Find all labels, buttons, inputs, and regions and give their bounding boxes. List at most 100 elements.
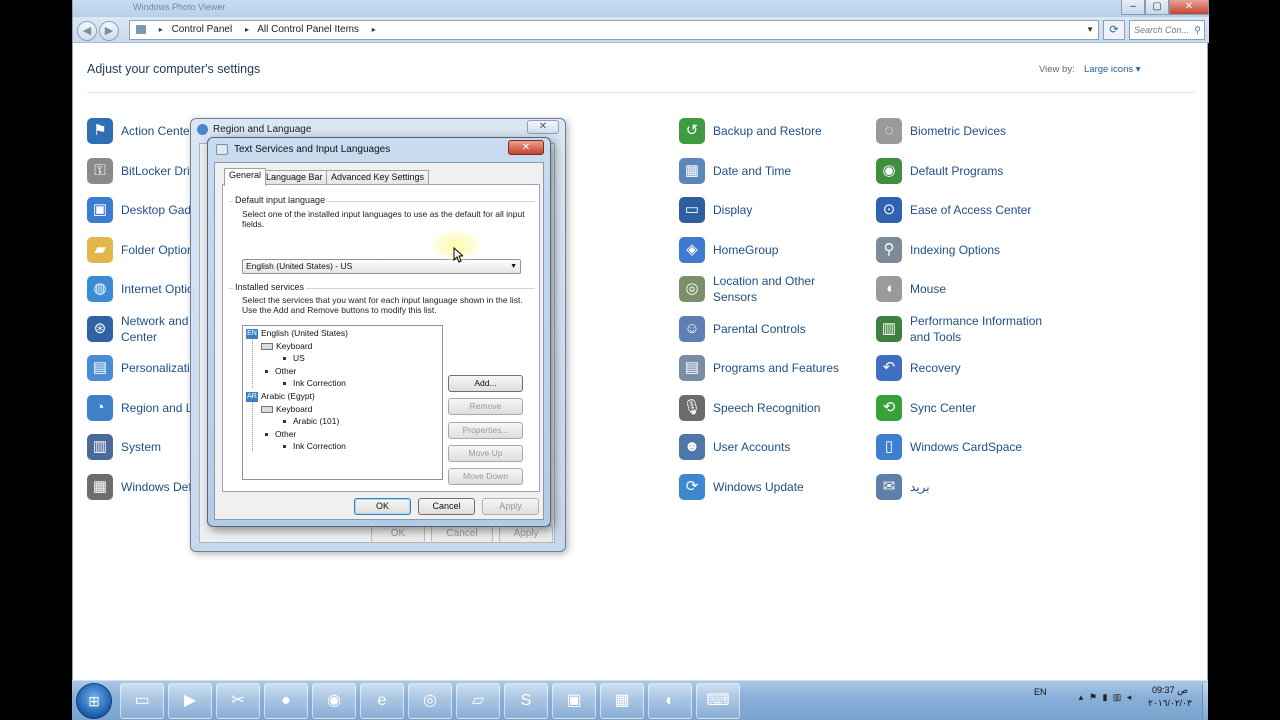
refresh-button[interactable]: ⟳ — [1103, 20, 1125, 40]
control-panel-item[interactable]: 🎙 Speech Recognition — [679, 391, 859, 425]
installed-services-tree[interactable]: EN English (United States) Keyboard US Ot… — [242, 325, 443, 480]
search-input[interactable]: Search Con... ⚲ — [1129, 20, 1205, 40]
tree-item-english[interactable]: EN English (United States) — [246, 327, 348, 339]
taskbar-firefox[interactable]: ◎ — [408, 683, 452, 719]
taskbar-region-language[interactable]: ◐ — [648, 683, 692, 719]
add-button[interactable]: Add... — [448, 375, 523, 392]
ts-close-button[interactable]: ✕ — [508, 140, 544, 155]
language-badge-icon: AR — [246, 391, 258, 402]
homegroup-icon: ◈ — [679, 237, 705, 263]
control-panel-item[interactable]: ◈ HomeGroup — [679, 233, 859, 267]
control-panel-item[interactable]: ◖ Mouse — [876, 272, 1056, 306]
remove-button[interactable]: Remove — [448, 398, 523, 415]
address-bar-row: ◀ ▶ ▸ Control Panel ▸ All Control Panel … — [73, 17, 1209, 43]
address-box[interactable]: ▸ Control Panel ▸ All Control Panel Item… — [129, 20, 1099, 40]
action-center-flag-icon[interactable]: ⚑ — [1088, 692, 1098, 702]
default-language-description: Select one of the installed input langua… — [242, 209, 525, 229]
control-panel-item[interactable]: ▥ Performance Information and Tools — [876, 312, 1056, 346]
tree-item-us[interactable]: US — [283, 352, 305, 364]
input-language-indicator[interactable]: EN — [1034, 687, 1047, 697]
control-panel-item[interactable]: ☻ User Accounts — [679, 430, 859, 464]
control-panel-item[interactable]: ▤ Programs and Features — [679, 351, 859, 385]
tree-item-ink-correction[interactable]: Ink Correction — [283, 440, 346, 452]
region-close-button[interactable]: ✕ — [527, 120, 559, 134]
taskbar-explorer[interactable]: ▭ — [120, 683, 164, 719]
taskbar-tools[interactable]: ✂ — [216, 683, 260, 719]
close-button[interactable]: ✕ — [1169, 0, 1209, 15]
chevron-right-icon: ▸ — [244, 25, 249, 34]
control-panel-item-label: Recovery — [910, 361, 961, 375]
control-panel-item[interactable]: ↶ Recovery — [876, 351, 1056, 385]
control-panel-item[interactable]: ▭ Display — [679, 193, 859, 227]
clock-date[interactable]: ٢٠١٦/٠٢/٠٣ — [1140, 698, 1200, 709]
tree-item-arabic[interactable]: AR Arabic (Egypt) — [246, 390, 315, 402]
control-panel-item[interactable]: ▯ Windows CardSpace — [876, 430, 1056, 464]
tree-item-keyboard[interactable]: Keyboard — [261, 340, 312, 352]
control-panel-item[interactable]: ◉ Default Programs — [876, 154, 1056, 188]
window-titlebar[interactable]: Windows Photo Viewer – ▢ ✕ — [73, 0, 1209, 17]
breadcrumb-control-panel[interactable]: Control Panel — [172, 24, 233, 35]
tree-item-arabic-101[interactable]: Arabic (101) — [283, 415, 339, 427]
sync-icon: ⟲ — [876, 395, 902, 421]
taskbar-recorder[interactable]: ● — [264, 683, 308, 719]
tree-item-other[interactable]: Other — [265, 428, 296, 440]
tree-item-ink-correction[interactable]: Ink Correction — [283, 377, 346, 389]
network-icon[interactable]: ▥ — [1112, 692, 1122, 702]
biometric-icon: ◌ — [876, 118, 902, 144]
tab-advanced-key-settings[interactable]: Advanced Key Settings — [326, 170, 430, 185]
taskbar-photo-viewer[interactable]: ▣ — [552, 683, 596, 719]
volume-icon[interactable]: ◂ — [1124, 692, 1134, 702]
tree-item-other[interactable]: Other — [265, 365, 296, 377]
control-panel-item[interactable]: ⟲ Sync Center — [876, 391, 1056, 425]
control-panel-item[interactable]: ◎ Location and Other Sensors — [679, 272, 859, 306]
control-panel-item[interactable]: ⚲ Indexing Options — [876, 233, 1056, 267]
move-up-button[interactable]: Move Up — [448, 445, 523, 462]
move-down-button[interactable]: Move Down — [448, 468, 523, 485]
view-by-dropdown[interactable]: Large icons ▾ — [1084, 64, 1141, 75]
taskbar-folder[interactable]: ▱ — [456, 683, 500, 719]
control-panel-item-label: Performance Information and Tools — [910, 314, 1043, 344]
breadcrumb-all-items[interactable]: All Control Panel Items — [257, 24, 359, 35]
maximize-button[interactable]: ▢ — [1145, 0, 1169, 15]
apply-button[interactable]: Apply — [482, 498, 539, 515]
properties-button[interactable]: Properties... — [448, 422, 523, 439]
taskbar-internet-explorer[interactable]: e — [360, 683, 404, 719]
tray-arrow-icon[interactable]: ▴ — [1076, 692, 1086, 702]
forward-button[interactable]: ▶ — [99, 21, 119, 41]
control-panel-item[interactable]: ⟳ Windows Update — [679, 470, 859, 504]
region-ok-button[interactable]: OK — [371, 525, 425, 543]
clock-time[interactable]: 09:37 ص — [1140, 685, 1200, 696]
control-panel-item[interactable]: ☺ Parental Controls — [679, 312, 859, 346]
control-panel-item[interactable]: ↺ Backup and Restore — [679, 114, 859, 148]
taskbar-media-player[interactable]: ▶ — [168, 683, 212, 719]
control-panel-item[interactable]: ⊙ Ease of Access Center — [876, 193, 1056, 227]
minimize-button[interactable]: – — [1121, 0, 1145, 15]
default-language-select[interactable]: English (United States) - US ▼ — [242, 259, 521, 274]
region-dialog-title: Region and Language — [213, 124, 312, 135]
taskbar-chrome[interactable]: ◉ — [312, 683, 356, 719]
taskbar-text-services[interactable]: ⌨ — [696, 683, 740, 719]
region-cancel-button[interactable]: Cancel — [431, 525, 493, 543]
tree-item-keyboard[interactable]: Keyboard — [261, 403, 312, 415]
control-panel-item[interactable]: ✉ بريد — [876, 470, 1056, 504]
address-dropdown-icon[interactable]: ▼ — [1086, 21, 1094, 39]
back-button[interactable]: ◀ — [77, 21, 97, 41]
taskbar-control-panel[interactable]: ▦ — [600, 683, 644, 719]
cancel-button[interactable]: Cancel — [418, 498, 475, 515]
ts-dialog-title: Text Services and Input Languages — [234, 144, 391, 155]
folder-icon: ▱ — [471, 692, 485, 709]
tab-language-bar[interactable]: Language Bar — [261, 170, 328, 185]
search-placeholder: Search Con... — [1134, 25, 1190, 35]
bullet-icon — [283, 445, 286, 449]
region-apply-button[interactable]: Apply — [499, 525, 553, 543]
start-button[interactable]: ⊞ — [76, 683, 112, 719]
tab-general[interactable]: General — [224, 168, 267, 186]
photo-viewer-icon: ▣ — [566, 692, 582, 709]
tree-label: Keyboard — [276, 341, 313, 351]
show-desktop-button[interactable] — [1202, 683, 1208, 719]
taskbar-skype[interactable]: S — [504, 683, 548, 719]
battery-icon[interactable]: ▮ — [1100, 692, 1110, 702]
control-panel-item[interactable]: ◌ Biometric Devices — [876, 114, 1056, 148]
control-panel-item[interactable]: ▦ Date and Time — [679, 154, 859, 188]
ok-button[interactable]: OK — [354, 498, 411, 515]
